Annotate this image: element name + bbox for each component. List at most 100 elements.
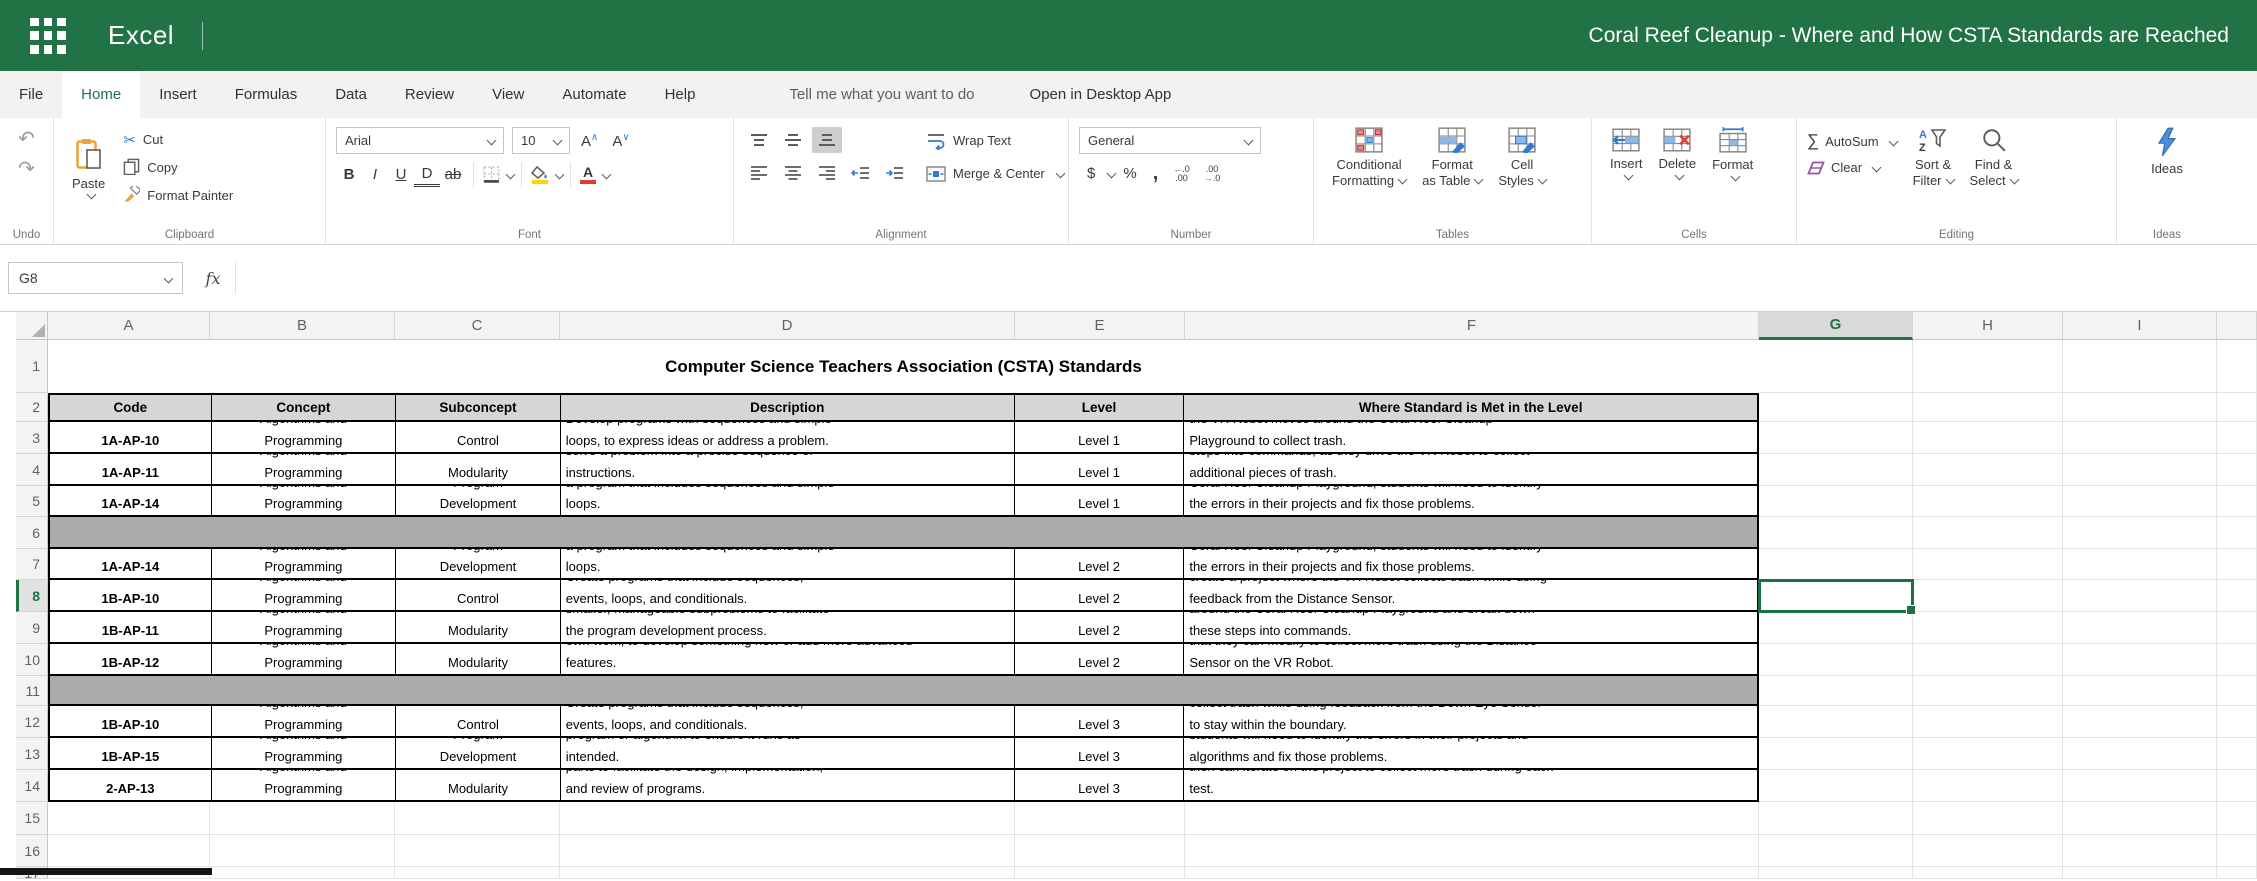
menu-tab-formulas[interactable]: Formulas xyxy=(216,71,317,118)
cell-where-row3[interactable]: the VR Robot moves around the Coral Reef… xyxy=(1184,422,1757,452)
cell-where-row10[interactable]: that they can modify to collect more tra… xyxy=(1184,644,1757,674)
cell-concept-row13[interactable]: Algorithms andProgramming xyxy=(212,738,397,768)
insert-cells-button[interactable]: Insert xyxy=(1602,128,1651,179)
cell-I9[interactable] xyxy=(2063,612,2217,644)
cell-H3[interactable] xyxy=(1913,422,2063,454)
cell-I16[interactable] xyxy=(2063,835,2217,867)
cell-H8[interactable] xyxy=(1913,580,2063,612)
cell-H2[interactable] xyxy=(1913,393,2063,422)
cell-code-row10[interactable]: 1B-AP-12 xyxy=(50,644,212,674)
undo-icon[interactable]: ↶ xyxy=(18,129,35,149)
italic-button[interactable]: I xyxy=(362,161,388,188)
menu-tab-help[interactable]: Help xyxy=(646,71,715,118)
cell-level-row8[interactable]: Level 2 xyxy=(1015,580,1185,610)
cell-H17[interactable] xyxy=(1913,867,2063,879)
cell-G5[interactable] xyxy=(1759,486,1913,517)
fill-color-button[interactable] xyxy=(531,166,549,184)
cell-x14[interactable] xyxy=(2217,770,2257,802)
bold-button[interactable]: B xyxy=(336,161,362,188)
cell-D15[interactable] xyxy=(560,802,1015,835)
cell-concept-row10[interactable]: Algorithms andProgramming xyxy=(212,644,397,674)
row-header-3[interactable]: 3 xyxy=(16,422,48,454)
cell-sub-row4[interactable]: Modularity xyxy=(396,454,561,484)
cell-C15[interactable] xyxy=(395,802,560,835)
redo-icon[interactable]: ↷ xyxy=(18,159,35,179)
cell-I5[interactable] xyxy=(2063,486,2217,517)
cell-H10[interactable] xyxy=(1913,644,2063,676)
cell-x5[interactable] xyxy=(2217,486,2257,517)
cell-D17[interactable] xyxy=(560,867,1015,879)
cell-concept-row9[interactable]: Algorithms andProgramming xyxy=(212,612,397,642)
row-header-6[interactable]: 6 xyxy=(16,517,48,549)
cell-C16[interactable] xyxy=(395,835,560,867)
cell-sub-row7[interactable]: ProgramDevelopment xyxy=(396,549,561,578)
row-header-2[interactable]: 2 xyxy=(16,393,48,422)
cell-desc-row5[interactable]: a program that includes sequences and si… xyxy=(561,486,1015,515)
cell-concept-row3[interactable]: Algorithms andProgramming xyxy=(212,422,397,452)
row-header-5[interactable]: 5 xyxy=(16,486,48,517)
cell-x13[interactable] xyxy=(2217,738,2257,770)
cell-code-row5[interactable]: 1A-AP-14 xyxy=(50,486,212,515)
cell-sub-row10[interactable]: Modularity xyxy=(396,644,561,674)
row-header-7[interactable]: 7 xyxy=(16,549,48,580)
cell-level-row9[interactable]: Level 2 xyxy=(1015,612,1185,642)
cell-C17[interactable] xyxy=(395,867,560,879)
cell-H15[interactable] xyxy=(1913,802,2063,835)
cell-sub-row5[interactable]: ProgramDevelopment xyxy=(396,486,561,515)
menu-tab-insert[interactable]: Insert xyxy=(140,71,216,118)
cell-B16[interactable] xyxy=(210,835,395,867)
cell-code-row8[interactable]: 1B-AP-10 xyxy=(50,580,212,610)
row-header-10[interactable]: 10 xyxy=(16,644,48,676)
find-select-button[interactable]: Find & Select xyxy=(1962,127,2026,189)
fx-button[interactable]: fx xyxy=(191,262,236,294)
cell-G8[interactable] xyxy=(1759,580,1913,612)
row-header-11[interactable]: 11 xyxy=(16,676,48,706)
increase-indent-button[interactable] xyxy=(880,160,910,186)
cell-code-row12[interactable]: 1B-AP-10 xyxy=(50,706,212,736)
cell-E17[interactable] xyxy=(1015,867,1185,879)
cell-G13[interactable] xyxy=(1759,738,1913,770)
cell-level-row4[interactable]: Level 1 xyxy=(1015,454,1185,484)
cell-x17[interactable] xyxy=(2217,867,2257,879)
menu-tab-automate[interactable]: Automate xyxy=(543,71,645,118)
cell-code-row9[interactable]: 1B-AP-11 xyxy=(50,612,212,642)
cell-G15[interactable] xyxy=(1759,802,1913,835)
cell-F17[interactable] xyxy=(1185,867,1759,879)
cell-desc-row8[interactable]: Create programs that include sequences,e… xyxy=(561,580,1015,610)
cell-level-row13[interactable]: Level 3 xyxy=(1015,738,1185,768)
cell-A15[interactable] xyxy=(48,802,210,835)
cell-H7[interactable] xyxy=(1913,549,2063,580)
paste-button[interactable]: Paste xyxy=(64,136,113,200)
wrap-text-button[interactable]: Wrap Text xyxy=(926,127,1064,154)
cell-desc-row3[interactable]: Develop programs with sequences and simp… xyxy=(561,422,1015,452)
cell-H1[interactable] xyxy=(1913,340,2063,393)
tell-me-search[interactable]: Tell me what you want to do xyxy=(789,71,974,118)
name-box[interactable]: G8 xyxy=(8,262,183,294)
ideas-button[interactable]: Ideas xyxy=(2127,127,2207,177)
cell-I10[interactable] xyxy=(2063,644,2217,676)
cell-level-row5[interactable]: Level 1 xyxy=(1015,486,1185,515)
cell-desc-row4[interactable]: solve a problem into a precise sequence … xyxy=(561,454,1015,484)
cell-x7[interactable] xyxy=(2217,549,2257,580)
align-top-button[interactable] xyxy=(744,127,774,153)
format-painter-button[interactable]: Format Painter xyxy=(123,183,233,208)
open-in-desktop-button[interactable]: Open in Desktop App xyxy=(1030,71,1172,118)
formula-input[interactable] xyxy=(236,262,2257,294)
cell-G3[interactable] xyxy=(1759,422,1913,454)
column-header-E[interactable]: E xyxy=(1015,312,1185,340)
cell-A16[interactable] xyxy=(48,835,210,867)
number-format-select[interactable]: General xyxy=(1079,127,1261,154)
column-header-G[interactable]: G xyxy=(1759,312,1913,340)
cell-where-row4[interactable]: steps into commands, as they drive the V… xyxy=(1184,454,1757,484)
cell-desc-row14[interactable]: parts to facilitate the design, implemen… xyxy=(561,770,1015,800)
cell-I8[interactable] xyxy=(2063,580,2217,612)
currency-format-button[interactable]: $ xyxy=(1087,165,1095,182)
row-header-13[interactable]: 13 xyxy=(16,738,48,770)
align-middle-button[interactable] xyxy=(778,127,808,153)
cell-level-row10[interactable]: Level 2 xyxy=(1015,644,1185,674)
row-header-4[interactable]: 4 xyxy=(16,454,48,486)
cell-concept-row8[interactable]: Algorithms andProgramming xyxy=(212,580,397,610)
cell-where-row13[interactable]: students will need to identify the error… xyxy=(1184,738,1757,768)
cell-where-row7[interactable]: Coral Reef Cleanup Playground, students … xyxy=(1184,549,1757,578)
cell-sub-row9[interactable]: Modularity xyxy=(396,612,561,642)
